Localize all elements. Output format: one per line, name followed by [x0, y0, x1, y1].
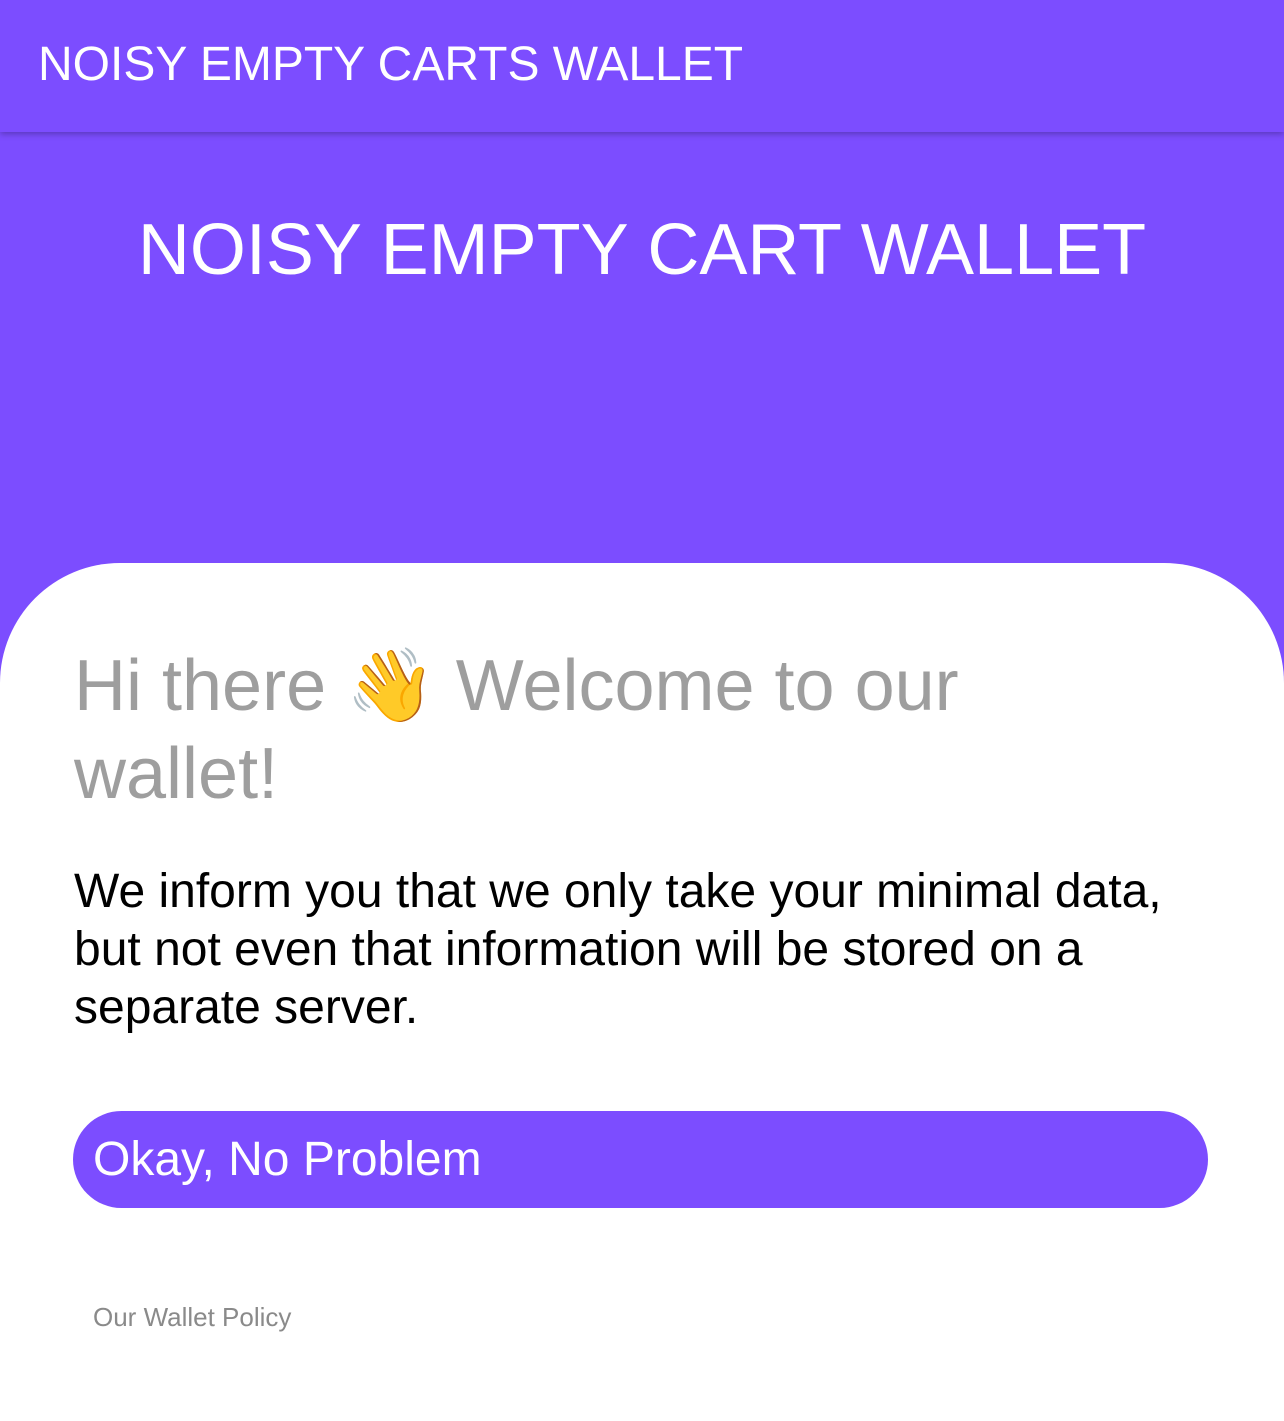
- wallet-policy-link[interactable]: Our Wallet Policy: [93, 1301, 291, 1333]
- app-bar-title: NOISY EMPTY CARTS WALLET: [38, 38, 744, 91]
- okay-no-problem-button[interactable]: Okay, No Problem: [73, 1111, 1208, 1208]
- hero-title: NOISY EMPTY CART WALLET: [137, 210, 1147, 290]
- okay-button-label: Okay, No Problem: [93, 1133, 482, 1186]
- app-bar: NOISY EMPTY CARTS WALLET: [0, 0, 1284, 132]
- welcome-heading-prefix: Hi there: [74, 646, 327, 726]
- welcome-heading: Hi there 👋 Welcome to our wallet!: [74, 641, 1134, 818]
- privacy-message: We inform you that we only take your min…: [74, 865, 1162, 1034]
- waving-hand-icon: 👋: [346, 643, 436, 727]
- app-screen: NOISY EMPTY CARTS WALLET NOISY EMPTY CAR…: [0, 0, 1284, 1421]
- welcome-card: Hi there 👋 Welcome to our wallet! We inf…: [0, 563, 1284, 1421]
